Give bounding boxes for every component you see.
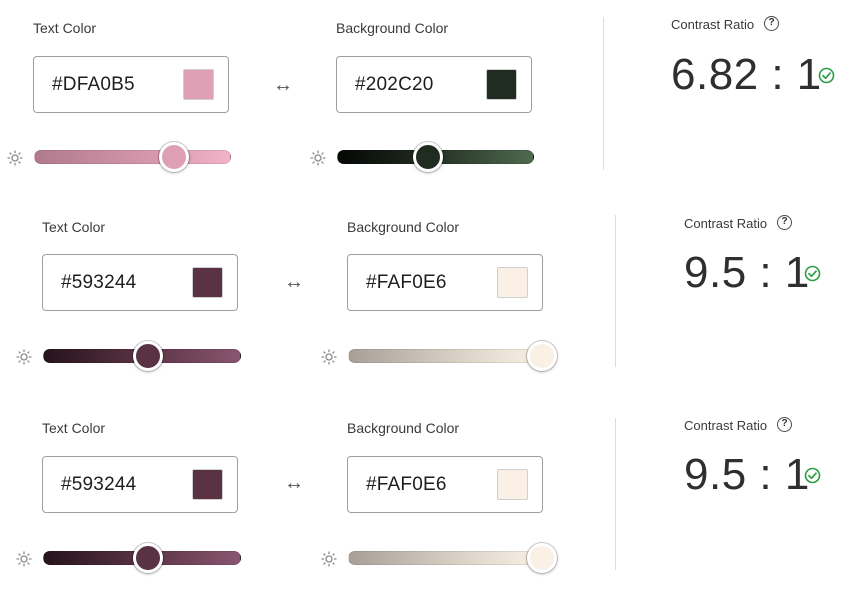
background-color-label: Background Color <box>347 420 460 436</box>
text-color-field[interactable]: #593244 <box>42 254 238 311</box>
color-pair-row-1: Text Color #DFA0B5 ↔ Background Color #2… <box>0 0 864 190</box>
text-color-label: Text Color <box>33 20 97 36</box>
text-color-hex[interactable]: #593244 <box>61 272 136 294</box>
contrast-ratio-value: 9.5 : 1 <box>684 248 810 297</box>
text-color-swatch[interactable] <box>192 469 223 500</box>
help-circle-icon[interactable]: ? <box>764 16 779 31</box>
text-brightness-slider-thumb[interactable] <box>132 543 163 573</box>
color-pair-row-2: Text Color #593244 ↔ Background Color #F… <box>0 199 864 389</box>
help-circle-icon[interactable]: ? <box>777 417 792 432</box>
divider <box>603 17 604 170</box>
text-brightness-slider-track[interactable] <box>34 150 231 164</box>
contrast-ratio-value: 9.5 : 1 <box>684 450 810 499</box>
background-color-label: Background Color <box>347 219 460 235</box>
text-color-label: Text Color <box>42 420 106 436</box>
background-brightness-slider-thumb[interactable] <box>527 543 557 573</box>
sun-icon <box>16 349 32 365</box>
background-color-swatch[interactable] <box>497 267 528 298</box>
contrast-ratio-label: Contrast Ratio <box>671 17 755 32</box>
background-color-field[interactable]: #202C20 <box>336 56 532 113</box>
contrast-ratio-label: Contrast Ratio <box>684 418 768 433</box>
background-brightness-slider-track[interactable] <box>348 551 542 565</box>
check-circle-icon <box>804 265 821 282</box>
sun-icon <box>321 349 337 365</box>
sun-icon <box>16 551 32 567</box>
text-color-hex[interactable]: #DFA0B5 <box>52 74 135 96</box>
contrast-ratio-value: 6.82 : 1 <box>671 50 822 99</box>
check-circle-icon <box>818 67 835 84</box>
background-color-field[interactable]: #FAF0E6 <box>347 254 543 311</box>
sun-icon <box>321 551 337 567</box>
text-brightness-slider-thumb[interactable] <box>158 142 189 172</box>
swap-arrows-icon[interactable]: ↔ <box>282 272 306 292</box>
background-color-field[interactable]: #FAF0E6 <box>347 456 543 513</box>
text-color-label: Text Color <box>42 219 106 235</box>
divider <box>615 418 616 570</box>
text-color-hex[interactable]: #593244 <box>61 474 136 496</box>
divider <box>615 215 616 367</box>
background-brightness-slider-track[interactable] <box>348 349 542 363</box>
background-color-label: Background Color <box>336 20 449 36</box>
background-color-swatch[interactable] <box>497 469 528 500</box>
help-circle-icon[interactable]: ? <box>777 215 792 230</box>
text-brightness-slider-thumb[interactable] <box>132 341 163 371</box>
text-color-field[interactable]: #593244 <box>42 456 238 513</box>
swap-arrows-icon[interactable]: ↔ <box>271 75 295 95</box>
color-pair-row-3: Text Color #593244 ↔ Background Color #F… <box>0 400 864 590</box>
contrast-ratio-label: Contrast Ratio <box>684 216 768 231</box>
check-circle-icon <box>804 467 821 484</box>
background-brightness-slider-thumb[interactable] <box>412 142 443 172</box>
background-color-hex[interactable]: #202C20 <box>355 74 434 96</box>
sun-icon <box>7 150 23 166</box>
background-color-hex[interactable]: #FAF0E6 <box>366 272 447 294</box>
swap-arrows-icon[interactable]: ↔ <box>282 473 306 493</box>
text-color-swatch[interactable] <box>183 69 214 100</box>
background-color-swatch[interactable] <box>486 69 517 100</box>
text-color-swatch[interactable] <box>192 267 223 298</box>
background-color-hex[interactable]: #FAF0E6 <box>366 474 447 496</box>
sun-icon <box>310 150 326 166</box>
text-color-field[interactable]: #DFA0B5 <box>33 56 229 113</box>
background-brightness-slider-thumb[interactable] <box>527 341 557 371</box>
